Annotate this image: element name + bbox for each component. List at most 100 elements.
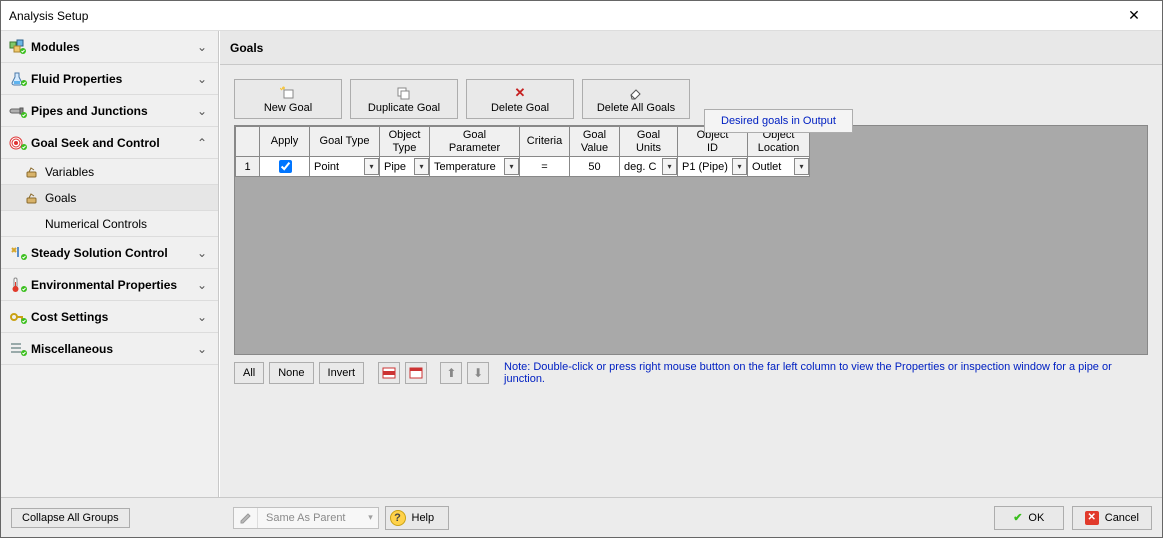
- edit-icon: [234, 508, 258, 528]
- nav-label: Miscellaneous: [31, 342, 194, 356]
- titlebar: Analysis Setup ✕: [1, 1, 1162, 31]
- table-row[interactable]: 1 Point▾ Pipe▾ Temperature▾ = 50 deg. C▾…: [236, 157, 810, 177]
- dropdown-icon[interactable]: ▾: [504, 158, 519, 175]
- col-object-type[interactable]: Object Type: [380, 127, 430, 157]
- dropdown-icon: ▾: [364, 512, 378, 523]
- select-all-button[interactable]: All: [234, 362, 264, 384]
- dropdown-icon[interactable]: ▾: [414, 158, 429, 175]
- grid-note: Note: Double-click or press right mouse …: [504, 361, 1148, 385]
- delete-goal-button[interactable]: ✕ Delete Goal: [466, 79, 574, 119]
- sub-label: Goals: [43, 191, 76, 205]
- window-title: Analysis Setup: [9, 9, 1114, 23]
- chevron-down-icon: ⌄: [194, 310, 210, 324]
- select-none-button[interactable]: None: [269, 362, 313, 384]
- nav-steady-solution[interactable]: Steady Solution Control ⌄: [1, 237, 218, 269]
- sub-numerical-controls[interactable]: Numerical Controls: [1, 211, 218, 237]
- button-label: Cancel: [1105, 512, 1139, 524]
- cancel-button[interactable]: ✕ Cancel: [1072, 506, 1152, 530]
- chevron-down-icon: ⌄: [194, 104, 210, 118]
- new-icon: [280, 85, 296, 101]
- button-label: New Goal: [264, 103, 312, 114]
- cancel-icon: ✕: [1085, 511, 1099, 525]
- new-goal-button[interactable]: New Goal: [234, 79, 342, 119]
- pipe-icon: [9, 103, 31, 119]
- col-goal-value[interactable]: Goal Value: [570, 127, 620, 157]
- list-icon: [9, 341, 31, 357]
- close-button[interactable]: ✕: [1114, 7, 1154, 24]
- nav-label: Fluid Properties: [31, 72, 194, 86]
- goals-icon: [25, 191, 43, 205]
- nav-label: Modules: [31, 40, 194, 54]
- cell-goal-value[interactable]: 50: [570, 157, 620, 177]
- nav-cost-settings[interactable]: Cost Settings ⌄: [1, 301, 218, 333]
- chevron-down-icon: ⌄: [194, 246, 210, 260]
- cell-object-location[interactable]: Outlet▾: [748, 157, 810, 177]
- col-goal-type[interactable]: Goal Type: [310, 127, 380, 157]
- variables-icon: [25, 165, 43, 179]
- col-goal-units[interactable]: Goal Units: [620, 127, 678, 157]
- move-up-button[interactable]: ⬆: [440, 362, 462, 384]
- cell-object-type[interactable]: Pipe▾: [380, 157, 430, 177]
- button-label: Delete Goal: [491, 103, 549, 114]
- dropdown-icon[interactable]: ▾: [662, 158, 677, 175]
- cell-goal-type[interactable]: Point▾: [310, 157, 380, 177]
- flask-icon: [9, 71, 31, 87]
- dropdown-icon[interactable]: ▾: [364, 158, 379, 175]
- nav-pipes-junctions[interactable]: Pipes and Junctions ⌄: [1, 95, 218, 127]
- cell-goal-parameter[interactable]: Temperature▾: [430, 157, 520, 177]
- nav-goal-seek[interactable]: Goal Seek and Control ⌃: [1, 127, 218, 159]
- thermometer-icon: [9, 277, 31, 293]
- row-number[interactable]: 1: [236, 157, 260, 177]
- col-criteria[interactable]: Criteria: [520, 127, 570, 157]
- button-label: OK: [1028, 512, 1044, 524]
- sub-variables[interactable]: Variables: [1, 159, 218, 185]
- chevron-down-icon: ⌄: [194, 40, 210, 54]
- target-icon: [9, 135, 31, 151]
- delete-all-goals-button[interactable]: Delete All Goals: [582, 79, 690, 119]
- row-highlight-2-button[interactable]: [405, 362, 427, 384]
- nav-label: Environmental Properties: [31, 278, 194, 292]
- col-row: [236, 127, 260, 157]
- sidebar: Modules ⌄ Fluid Properties ⌄ Pipes and J…: [1, 31, 219, 497]
- ok-button[interactable]: ✔ OK: [994, 506, 1064, 530]
- col-goal-parameter[interactable]: Goal Parameter: [430, 127, 520, 157]
- cell-object-id[interactable]: P1 (Pipe)▾: [678, 157, 748, 177]
- nav-environmental[interactable]: Environmental Properties ⌄: [1, 269, 218, 301]
- duplicate-goal-button[interactable]: Duplicate Goal: [350, 79, 458, 119]
- collapse-all-groups-button[interactable]: Collapse All Groups: [11, 508, 130, 528]
- move-down-button[interactable]: ⬇: [467, 362, 489, 384]
- nav-fluid-properties[interactable]: Fluid Properties ⌄: [1, 63, 218, 95]
- nav-miscellaneous[interactable]: Miscellaneous ⌄: [1, 333, 218, 365]
- button-label: Delete All Goals: [597, 103, 675, 114]
- dropdown-icon[interactable]: ▾: [794, 158, 809, 175]
- tab-desired-goals-output[interactable]: Desired goals in Output: [704, 109, 853, 133]
- modules-icon: [9, 39, 31, 55]
- cell-criteria[interactable]: =: [520, 157, 570, 177]
- help-button[interactable]: ? Help: [385, 506, 450, 530]
- delete-icon: ✕: [515, 85, 526, 101]
- col-apply[interactable]: Apply: [260, 127, 310, 157]
- cell-apply[interactable]: [260, 157, 310, 177]
- duplicate-icon: [396, 85, 412, 101]
- goals-grid[interactable]: Apply Goal Type Object Type Goal Paramet…: [234, 125, 1148, 355]
- help-icon: ?: [390, 510, 406, 526]
- check-icon: ✔: [1013, 511, 1022, 524]
- button-label: Duplicate Goal: [368, 103, 440, 114]
- sub-label: Numerical Controls: [43, 217, 147, 231]
- select-invert-button[interactable]: Invert: [319, 362, 365, 384]
- button-label: Help: [412, 512, 435, 524]
- nav-label: Goal Seek and Control: [31, 136, 194, 150]
- cell-goal-units[interactable]: deg. C▾: [620, 157, 678, 177]
- apply-checkbox[interactable]: [279, 160, 292, 173]
- chevron-down-icon: ⌄: [194, 72, 210, 86]
- key-icon: [9, 309, 31, 325]
- row-highlight-1-button[interactable]: [378, 362, 400, 384]
- dropdown-icon[interactable]: ▾: [732, 158, 747, 175]
- sub-goals[interactable]: Goals: [1, 185, 218, 211]
- nav-label: Cost Settings: [31, 310, 194, 324]
- nav-modules[interactable]: Modules ⌄: [1, 31, 218, 63]
- eraser-icon: [628, 85, 644, 101]
- content-header: Goals: [220, 31, 1162, 65]
- same-as-parent-dropdown[interactable]: Same As Parent ▾: [233, 507, 379, 529]
- nav-label: Pipes and Junctions: [31, 104, 194, 118]
